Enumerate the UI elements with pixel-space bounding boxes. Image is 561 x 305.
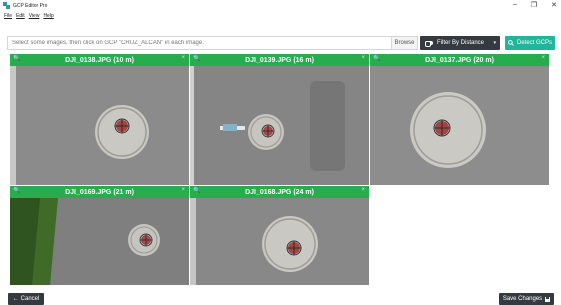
zoom-icon[interactable]: 🔍 bbox=[13, 187, 20, 194]
cancel-label: Cancel bbox=[20, 296, 40, 302]
aerial-image[interactable] bbox=[190, 198, 369, 285]
filter-label: Filter By Distance bbox=[437, 40, 485, 46]
aerial-image[interactable] bbox=[10, 66, 189, 185]
image-title: DJI_0137.JPG (20 m) bbox=[425, 56, 494, 64]
image-title: DJI_0138.JPG (10 m) bbox=[65, 56, 134, 64]
arrow-left-icon: ← bbox=[12, 296, 19, 302]
app-logo-icon bbox=[3, 2, 11, 9]
search-icon bbox=[508, 40, 514, 46]
menu-bar: File Edit View Help bbox=[0, 11, 54, 21]
image-title: DJI_0169.JPG (21 m) bbox=[65, 188, 134, 196]
close-icon[interactable]: × bbox=[361, 187, 365, 193]
close-icon[interactable]: × bbox=[181, 55, 185, 61]
menu-help[interactable]: Help bbox=[43, 13, 53, 19]
image-title: DJI_0139.JPG (16 m) bbox=[245, 56, 314, 64]
zoom-icon[interactable]: 🔍 bbox=[193, 55, 200, 62]
image-tile[interactable]: 🔍 DJI_0137.JPG (20 m) × bbox=[370, 54, 549, 185]
maximize-icon[interactable]: ❐ bbox=[531, 1, 537, 9]
zoom-icon[interactable]: 🔍 bbox=[373, 55, 380, 62]
zoom-icon[interactable]: 🔍 bbox=[13, 55, 20, 62]
close-icon[interactable]: × bbox=[541, 55, 545, 61]
image-tile[interactable]: 🔍 DJI_0138.JPG (10 m) × bbox=[10, 54, 189, 185]
save-label: Save Changes bbox=[502, 296, 543, 302]
close-icon[interactable]: ✕ bbox=[551, 1, 557, 9]
instruction-input[interactable] bbox=[7, 36, 391, 50]
save-changes-button[interactable]: Save Changes bbox=[499, 293, 554, 305]
image-tile[interactable]: 🔍 DJI_0139.JPG (16 m) × bbox=[190, 54, 369, 185]
menu-file[interactable]: File bbox=[4, 13, 12, 19]
aerial-image[interactable] bbox=[190, 66, 369, 185]
chevron-down-icon[interactable]: ▾ bbox=[493, 40, 496, 46]
cancel-button[interactable]: ← Cancel bbox=[8, 293, 44, 305]
menu-edit[interactable]: Edit bbox=[16, 13, 25, 19]
image-title: DJI_0168.JPG (24 m) bbox=[245, 188, 314, 196]
image-tile-header: 🔍 DJI_0138.JPG (10 m) × bbox=[10, 54, 189, 66]
aerial-image[interactable] bbox=[10, 198, 189, 285]
image-tile-header: 🔍 DJI_0169.JPG (21 m) × bbox=[10, 186, 189, 198]
title-bar: GCP Editor Pro – ❐ ✕ bbox=[0, 0, 561, 11]
image-tile[interactable]: 🔍 DJI_0169.JPG (21 m) × bbox=[10, 186, 189, 285]
detect-gcps-button[interactable]: Detect GCPs bbox=[505, 36, 555, 50]
minimize-icon[interactable]: – bbox=[513, 1, 517, 9]
menu-view[interactable]: View bbox=[29, 13, 40, 19]
save-disk-icon bbox=[545, 296, 551, 302]
toggle-icon bbox=[425, 41, 433, 47]
image-tile-header: 🔍 DJI_0137.JPG (20 m) × bbox=[370, 54, 549, 66]
close-icon[interactable]: × bbox=[361, 55, 365, 61]
filter-by-distance-button[interactable]: Filter By Distance ▾ bbox=[420, 36, 500, 50]
toolbar: Browse Filter By Distance ▾ Detect GCPs bbox=[7, 36, 555, 50]
image-tile[interactable]: 🔍 DJI_0168.JPG (24 m) × bbox=[190, 186, 369, 285]
detect-label: Detect GCPs bbox=[516, 40, 552, 46]
aerial-image[interactable] bbox=[370, 66, 549, 185]
zoom-icon[interactable]: 🔍 bbox=[193, 187, 200, 194]
image-tile-header: 🔍 DJI_0168.JPG (24 m) × bbox=[190, 186, 369, 198]
image-tile-header: 🔍 DJI_0139.JPG (16 m) × bbox=[190, 54, 369, 66]
browse-button[interactable]: Browse bbox=[391, 36, 418, 50]
close-icon[interactable]: × bbox=[181, 187, 185, 193]
window-title: GCP Editor Pro bbox=[13, 2, 48, 9]
